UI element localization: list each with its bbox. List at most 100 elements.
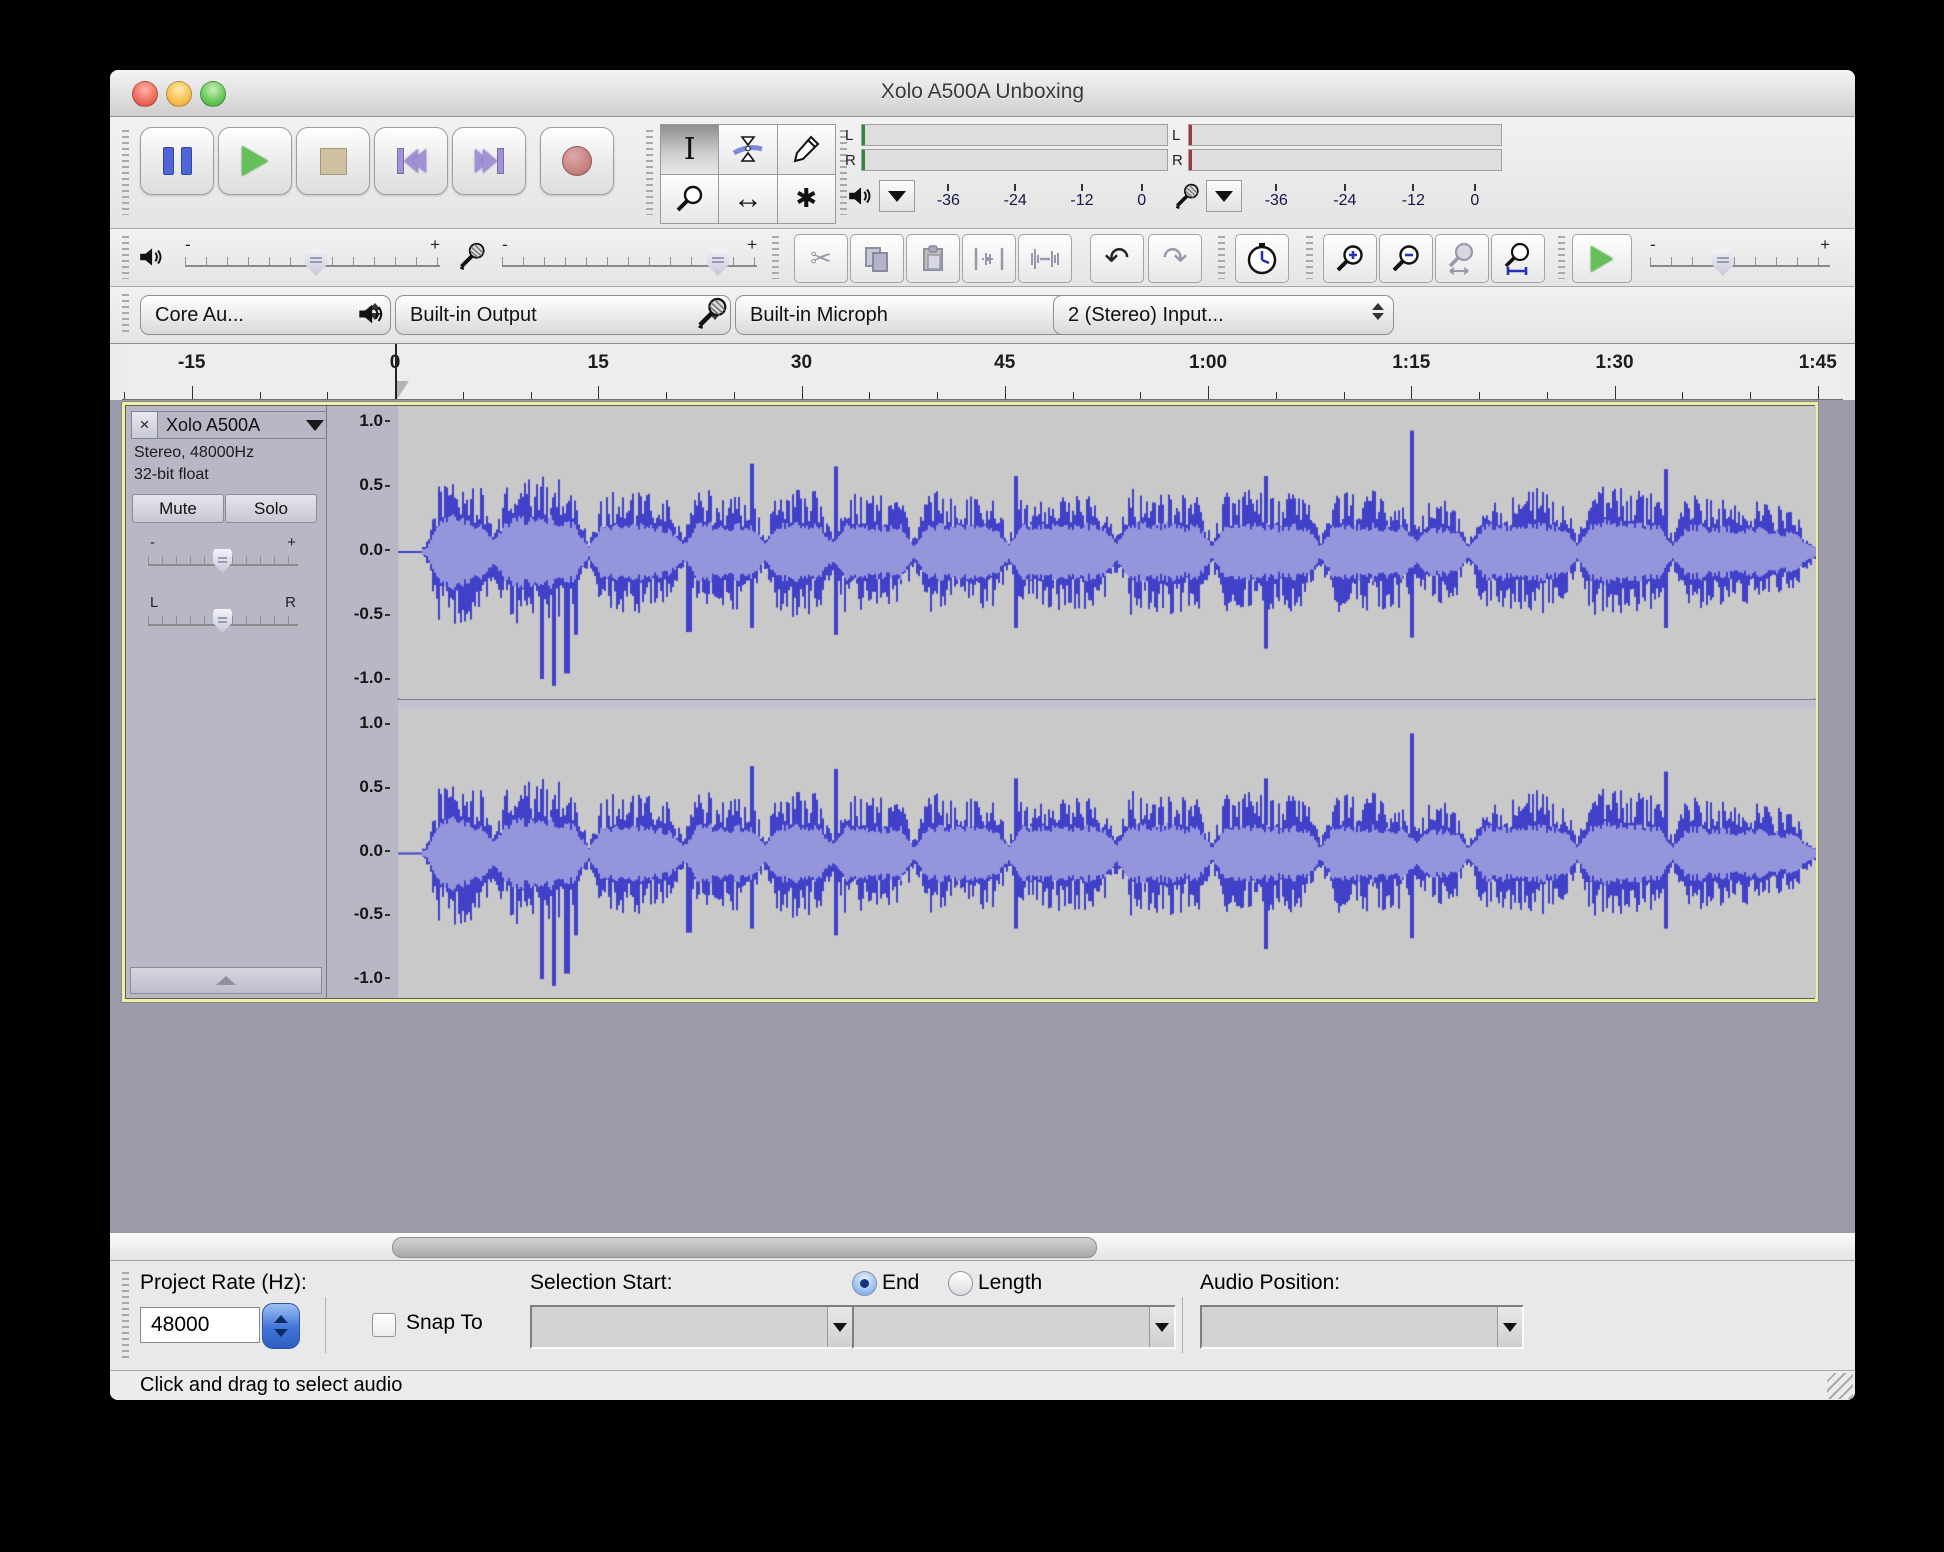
output-volume-thumb[interactable]: [305, 249, 327, 276]
playback-meter-scale: -36-24-120: [915, 182, 1168, 210]
audio-host-value: Core Au...: [155, 304, 244, 327]
play-button[interactable]: [218, 127, 292, 195]
redo-button[interactable]: ↷: [1148, 234, 1202, 283]
fit-project-button[interactable]: [1491, 234, 1545, 283]
track-close-button[interactable]: ×: [131, 411, 158, 439]
sync-lock-grip[interactable]: [1218, 236, 1225, 279]
recording-meter[interactable]: L R -36-24-120: [1172, 123, 1502, 223]
draw-tool-button[interactable]: [778, 125, 835, 174]
audio-host-select[interactable]: Core Au...: [140, 295, 391, 335]
undo-button[interactable]: ↶: [1090, 234, 1144, 283]
microphone-icon: [696, 297, 728, 329]
tools-toolbar-grip[interactable]: [646, 130, 653, 214]
pan-left-label: L: [150, 594, 158, 611]
status-message: Click and drag to select audio: [140, 1374, 402, 1397]
mute-button[interactable]: Mute: [132, 494, 224, 523]
scrollbar-thumb[interactable]: [392, 1237, 1097, 1258]
track-collapse-button[interactable]: [130, 967, 322, 994]
zoom-toolbar-grip[interactable]: [1306, 236, 1313, 279]
timeshift-icon: ↔: [733, 182, 763, 216]
timeline-ruler[interactable]: -1501530451:001:151:301:45: [122, 344, 1843, 400]
mixer-toolbar-grip[interactable]: [122, 236, 129, 279]
output-volume-slider[interactable]: - +: [185, 243, 440, 277]
ruler-tick: [1411, 386, 1412, 399]
input-volume-slider[interactable]: - +: [502, 243, 757, 277]
playback-speed-slider[interactable]: - +: [1650, 243, 1830, 277]
ruler-tick: [260, 392, 261, 399]
waveform-left-channel[interactable]: [398, 406, 1816, 698]
pause-icon: [163, 147, 192, 175]
vertical-scale-ruler[interactable]: 1.00.50.0-0.5-1.01.00.50.0-0.5-1.0: [327, 406, 399, 998]
horizontal-scrollbar[interactable]: [110, 1232, 1855, 1261]
time-field-dropdown[interactable]: [1497, 1307, 1522, 1347]
playback-meter[interactable]: L R -36-24-120: [845, 123, 1168, 223]
trim-audio-button[interactable]: [962, 234, 1016, 283]
end-radio[interactable]: [852, 1271, 877, 1296]
record-button[interactable]: [540, 127, 614, 195]
timeshift-tool-button[interactable]: ↔: [719, 175, 776, 224]
sync-lock-button[interactable]: [1235, 234, 1289, 283]
gain-thumb[interactable]: [213, 549, 232, 573]
track-gain-slider[interactable]: - +: [148, 546, 298, 576]
selection-start-field[interactable]: [530, 1305, 854, 1349]
play-at-speed-grip[interactable]: [1558, 236, 1565, 279]
title-bar[interactable]: Xolo A500A Unboxing: [110, 70, 1855, 117]
zoom-out-button[interactable]: [1379, 234, 1433, 283]
copy-button[interactable]: [850, 234, 904, 283]
amplitude-scale-label: -1.0: [354, 668, 390, 688]
project-rate-stepper[interactable]: [262, 1303, 300, 1349]
audio-position-field[interactable]: [1200, 1305, 1524, 1349]
playback-speed-thumb[interactable]: [1712, 249, 1734, 276]
ruler-tick: [1344, 392, 1345, 399]
selection-end-field[interactable]: [852, 1305, 1176, 1349]
project-rate-label: Project Rate (Hz):: [140, 1271, 307, 1295]
play-at-speed-button[interactable]: [1572, 234, 1632, 283]
chevron-down-icon: [888, 191, 906, 202]
project-rate-input[interactable]: 48000: [140, 1307, 260, 1343]
ruler-time-label: -15: [178, 352, 205, 374]
multi-tool-button[interactable]: ✱: [778, 175, 835, 224]
input-volume-thumb[interactable]: [707, 249, 729, 276]
skip-to-start-button[interactable]: [374, 127, 448, 195]
zoom-in-button[interactable]: [1323, 234, 1377, 283]
snap-to-checkbox[interactable]: [372, 1313, 396, 1337]
track-control-panel[interactable]: × Xolo A500A Stereo, 48000Hz 32-bit floa…: [126, 406, 327, 998]
zoom-tool-button[interactable]: [661, 175, 718, 224]
skip-to-end-button[interactable]: [452, 127, 526, 195]
solo-button[interactable]: Solo: [225, 494, 317, 523]
waveform-right-channel[interactable]: [398, 709, 1816, 998]
transport-toolbar-grip[interactable]: [122, 130, 129, 214]
envelope-tool-button[interactable]: [719, 125, 776, 174]
ruler-tick: [1005, 386, 1006, 399]
stop-button[interactable]: [296, 127, 370, 195]
trim-icon: [974, 246, 1004, 272]
length-radio[interactable]: [948, 1271, 973, 1296]
paste-button[interactable]: [906, 234, 960, 283]
ruler-tick: [937, 392, 938, 399]
cut-button[interactable]: ✂: [794, 234, 848, 283]
waveform-display[interactable]: [398, 406, 1816, 998]
track-pan-slider[interactable]: L R: [148, 606, 298, 636]
track-name-menu[interactable]: Xolo A500A: [157, 411, 333, 439]
copy-icon: [863, 245, 891, 273]
selection-tool-button[interactable]: I: [661, 125, 718, 174]
time-field-dropdown[interactable]: [827, 1307, 852, 1347]
fit-selection-button[interactable]: [1435, 234, 1489, 283]
resize-grip[interactable]: [1827, 1373, 1853, 1399]
edit-toolbar-grip[interactable]: [772, 236, 779, 279]
skip-to-end-icon: [475, 148, 504, 174]
selection-toolbar-grip[interactable]: [122, 1272, 129, 1360]
output-device-value: Built-in Output: [410, 304, 537, 327]
playback-meter-dropdown[interactable]: [879, 180, 915, 212]
input-channels-select[interactable]: 2 (Stereo) Input...: [1053, 295, 1394, 335]
pan-thumb[interactable]: [213, 609, 232, 633]
silence-audio-button[interactable]: [1018, 234, 1072, 283]
output-device-select[interactable]: Built-in Output: [395, 295, 731, 335]
recording-meter-dropdown[interactable]: [1206, 180, 1242, 212]
input-device-select[interactable]: Built-in Microph: [735, 295, 1091, 335]
pause-button[interactable]: [140, 127, 214, 195]
time-field-dropdown[interactable]: [1149, 1307, 1174, 1347]
device-toolbar-grip[interactable]: [122, 294, 129, 337]
playback-meter-bar-left: [861, 124, 1168, 146]
speaker-icon: [845, 183, 875, 209]
